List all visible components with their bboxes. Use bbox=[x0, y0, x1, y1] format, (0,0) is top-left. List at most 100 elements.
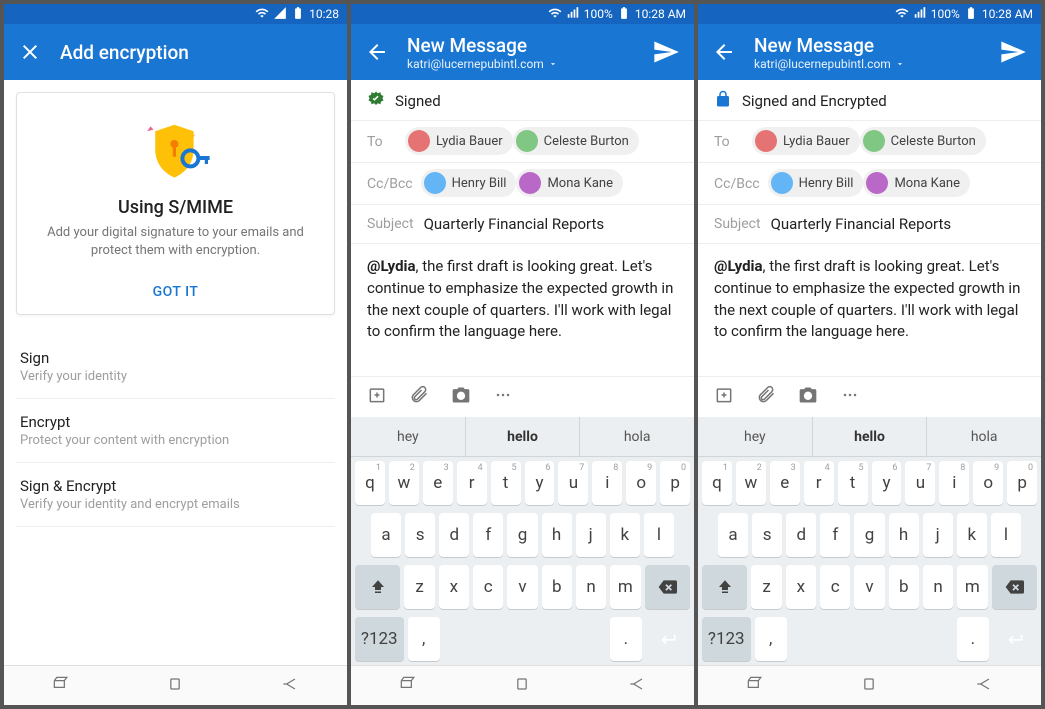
recipient-chip[interactable]: Mona Kane bbox=[516, 169, 623, 197]
key-g[interactable]: g bbox=[507, 513, 537, 557]
symbols-key[interactable]: ?123 bbox=[355, 617, 404, 661]
to-field[interactable]: To Lydia BauerCeleste Burton bbox=[351, 120, 694, 162]
key-m[interactable]: m bbox=[957, 565, 987, 609]
key-l[interactable]: l bbox=[644, 513, 674, 557]
key-y[interactable]: y6 bbox=[872, 461, 902, 505]
suggestion-2[interactable]: hello bbox=[466, 417, 581, 456]
key-q[interactable]: q1 bbox=[702, 461, 732, 505]
key-k[interactable]: k bbox=[610, 513, 640, 557]
attachment-icon[interactable] bbox=[756, 385, 776, 409]
key-v[interactable]: v bbox=[854, 565, 884, 609]
key-a[interactable]: a bbox=[718, 513, 748, 557]
shift-key[interactable] bbox=[702, 565, 747, 609]
key-x[interactable]: x bbox=[786, 565, 816, 609]
key-r[interactable]: r4 bbox=[804, 461, 834, 505]
subject-field[interactable]: Subject bbox=[698, 204, 1041, 243]
back-icon[interactable] bbox=[365, 40, 389, 64]
key-o[interactable]: o9 bbox=[973, 461, 1003, 505]
key-f[interactable]: f bbox=[820, 513, 850, 557]
home-icon[interactable] bbox=[859, 674, 879, 698]
key-u[interactable]: u7 bbox=[905, 461, 935, 505]
key-i[interactable]: i8 bbox=[592, 461, 622, 505]
comma-key[interactable]: , bbox=[408, 617, 440, 661]
enter-key[interactable] bbox=[646, 617, 690, 661]
recipient-chip[interactable]: Henry Bill bbox=[768, 169, 864, 197]
encryption-status-row[interactable]: Signed bbox=[351, 80, 694, 120]
key-p[interactable]: p0 bbox=[660, 461, 690, 505]
back-nav-icon[interactable] bbox=[280, 674, 300, 698]
recipient-chip[interactable]: Celeste Burton bbox=[513, 127, 639, 155]
recent-apps-icon[interactable] bbox=[745, 674, 765, 698]
key-m[interactable]: m bbox=[610, 565, 640, 609]
key-b[interactable]: b bbox=[542, 565, 572, 609]
option-encrypt[interactable]: Encrypt Protect your content with encryp… bbox=[16, 399, 335, 463]
key-j[interactable]: j bbox=[923, 513, 953, 557]
key-e[interactable]: e3 bbox=[770, 461, 800, 505]
cc-bcc-field[interactable]: Cc/Bcc Henry BillMona Kane bbox=[351, 162, 694, 204]
key-s[interactable]: s bbox=[405, 513, 435, 557]
key-x[interactable]: x bbox=[439, 565, 469, 609]
key-r[interactable]: r4 bbox=[457, 461, 487, 505]
key-k[interactable]: k bbox=[957, 513, 987, 557]
back-icon[interactable] bbox=[712, 40, 736, 64]
key-g[interactable]: g bbox=[854, 513, 884, 557]
account-selector[interactable]: katri@lucernepubintl.com bbox=[407, 57, 652, 71]
suggestion-3[interactable]: hola bbox=[927, 417, 1041, 456]
key-t[interactable]: t5 bbox=[838, 461, 868, 505]
back-nav-icon[interactable] bbox=[627, 674, 647, 698]
camera-icon[interactable] bbox=[451, 385, 471, 409]
more-icon[interactable] bbox=[840, 385, 860, 409]
key-h[interactable]: h bbox=[542, 513, 572, 557]
key-t[interactable]: t5 bbox=[491, 461, 521, 505]
account-selector[interactable]: katri@lucernepubintl.com bbox=[754, 57, 999, 71]
key-z[interactable]: z bbox=[404, 565, 434, 609]
key-u[interactable]: u7 bbox=[558, 461, 588, 505]
symbols-key[interactable]: ?123 bbox=[702, 617, 751, 661]
key-e[interactable]: e3 bbox=[423, 461, 453, 505]
key-c[interactable]: c bbox=[473, 565, 503, 609]
recipient-chip[interactable]: Celeste Burton bbox=[860, 127, 986, 155]
key-s[interactable]: s bbox=[752, 513, 782, 557]
key-l[interactable]: l bbox=[991, 513, 1021, 557]
key-z[interactable]: z bbox=[751, 565, 781, 609]
key-p[interactable]: p0 bbox=[1007, 461, 1037, 505]
message-body[interactable]: @Lydia, the first draft is looking great… bbox=[698, 243, 1041, 376]
camera-icon[interactable] bbox=[798, 385, 818, 409]
suggestion-1[interactable]: hey bbox=[698, 417, 813, 456]
send-button[interactable] bbox=[999, 38, 1027, 66]
backspace-key[interactable] bbox=[645, 565, 690, 609]
home-icon[interactable] bbox=[165, 674, 185, 698]
key-w[interactable]: w2 bbox=[736, 461, 766, 505]
period-key[interactable]: . bbox=[610, 617, 642, 661]
suggestion-1[interactable]: hey bbox=[351, 417, 466, 456]
message-body[interactable]: @Lydia, the first draft is looking great… bbox=[351, 243, 694, 376]
attachment-icon[interactable] bbox=[409, 385, 429, 409]
key-v[interactable]: v bbox=[507, 565, 537, 609]
key-y[interactable]: y6 bbox=[525, 461, 555, 505]
subject-input[interactable] bbox=[424, 215, 678, 233]
key-o[interactable]: o9 bbox=[626, 461, 656, 505]
to-field[interactable]: To Lydia BauerCeleste Burton bbox=[698, 120, 1041, 162]
home-icon[interactable] bbox=[512, 674, 532, 698]
more-icon[interactable] bbox=[493, 385, 513, 409]
cc-bcc-field[interactable]: Cc/Bcc Henry BillMona Kane bbox=[698, 162, 1041, 204]
key-d[interactable]: d bbox=[786, 513, 816, 557]
recipient-chip[interactable]: Lydia Bauer bbox=[752, 127, 860, 155]
key-h[interactable]: h bbox=[889, 513, 919, 557]
suggestion-3[interactable]: hola bbox=[580, 417, 694, 456]
subject-input[interactable] bbox=[771, 215, 1025, 233]
recipient-chip[interactable]: Lydia Bauer bbox=[405, 127, 513, 155]
space-key[interactable] bbox=[791, 617, 953, 661]
suggestion-2[interactable]: hello bbox=[813, 417, 928, 456]
option-sign[interactable]: Sign Verify your identity bbox=[16, 335, 335, 399]
recipient-chip[interactable]: Henry Bill bbox=[421, 169, 517, 197]
key-i[interactable]: i8 bbox=[939, 461, 969, 505]
key-c[interactable]: c bbox=[820, 565, 850, 609]
key-w[interactable]: w2 bbox=[389, 461, 419, 505]
key-b[interactable]: b bbox=[889, 565, 919, 609]
key-n[interactable]: n bbox=[923, 565, 953, 609]
add-event-icon[interactable] bbox=[367, 385, 387, 409]
recent-apps-icon[interactable] bbox=[398, 674, 418, 698]
backspace-key[interactable] bbox=[992, 565, 1037, 609]
option-sign-encrypt[interactable]: Sign & Encrypt Verify your identity and … bbox=[16, 463, 335, 527]
